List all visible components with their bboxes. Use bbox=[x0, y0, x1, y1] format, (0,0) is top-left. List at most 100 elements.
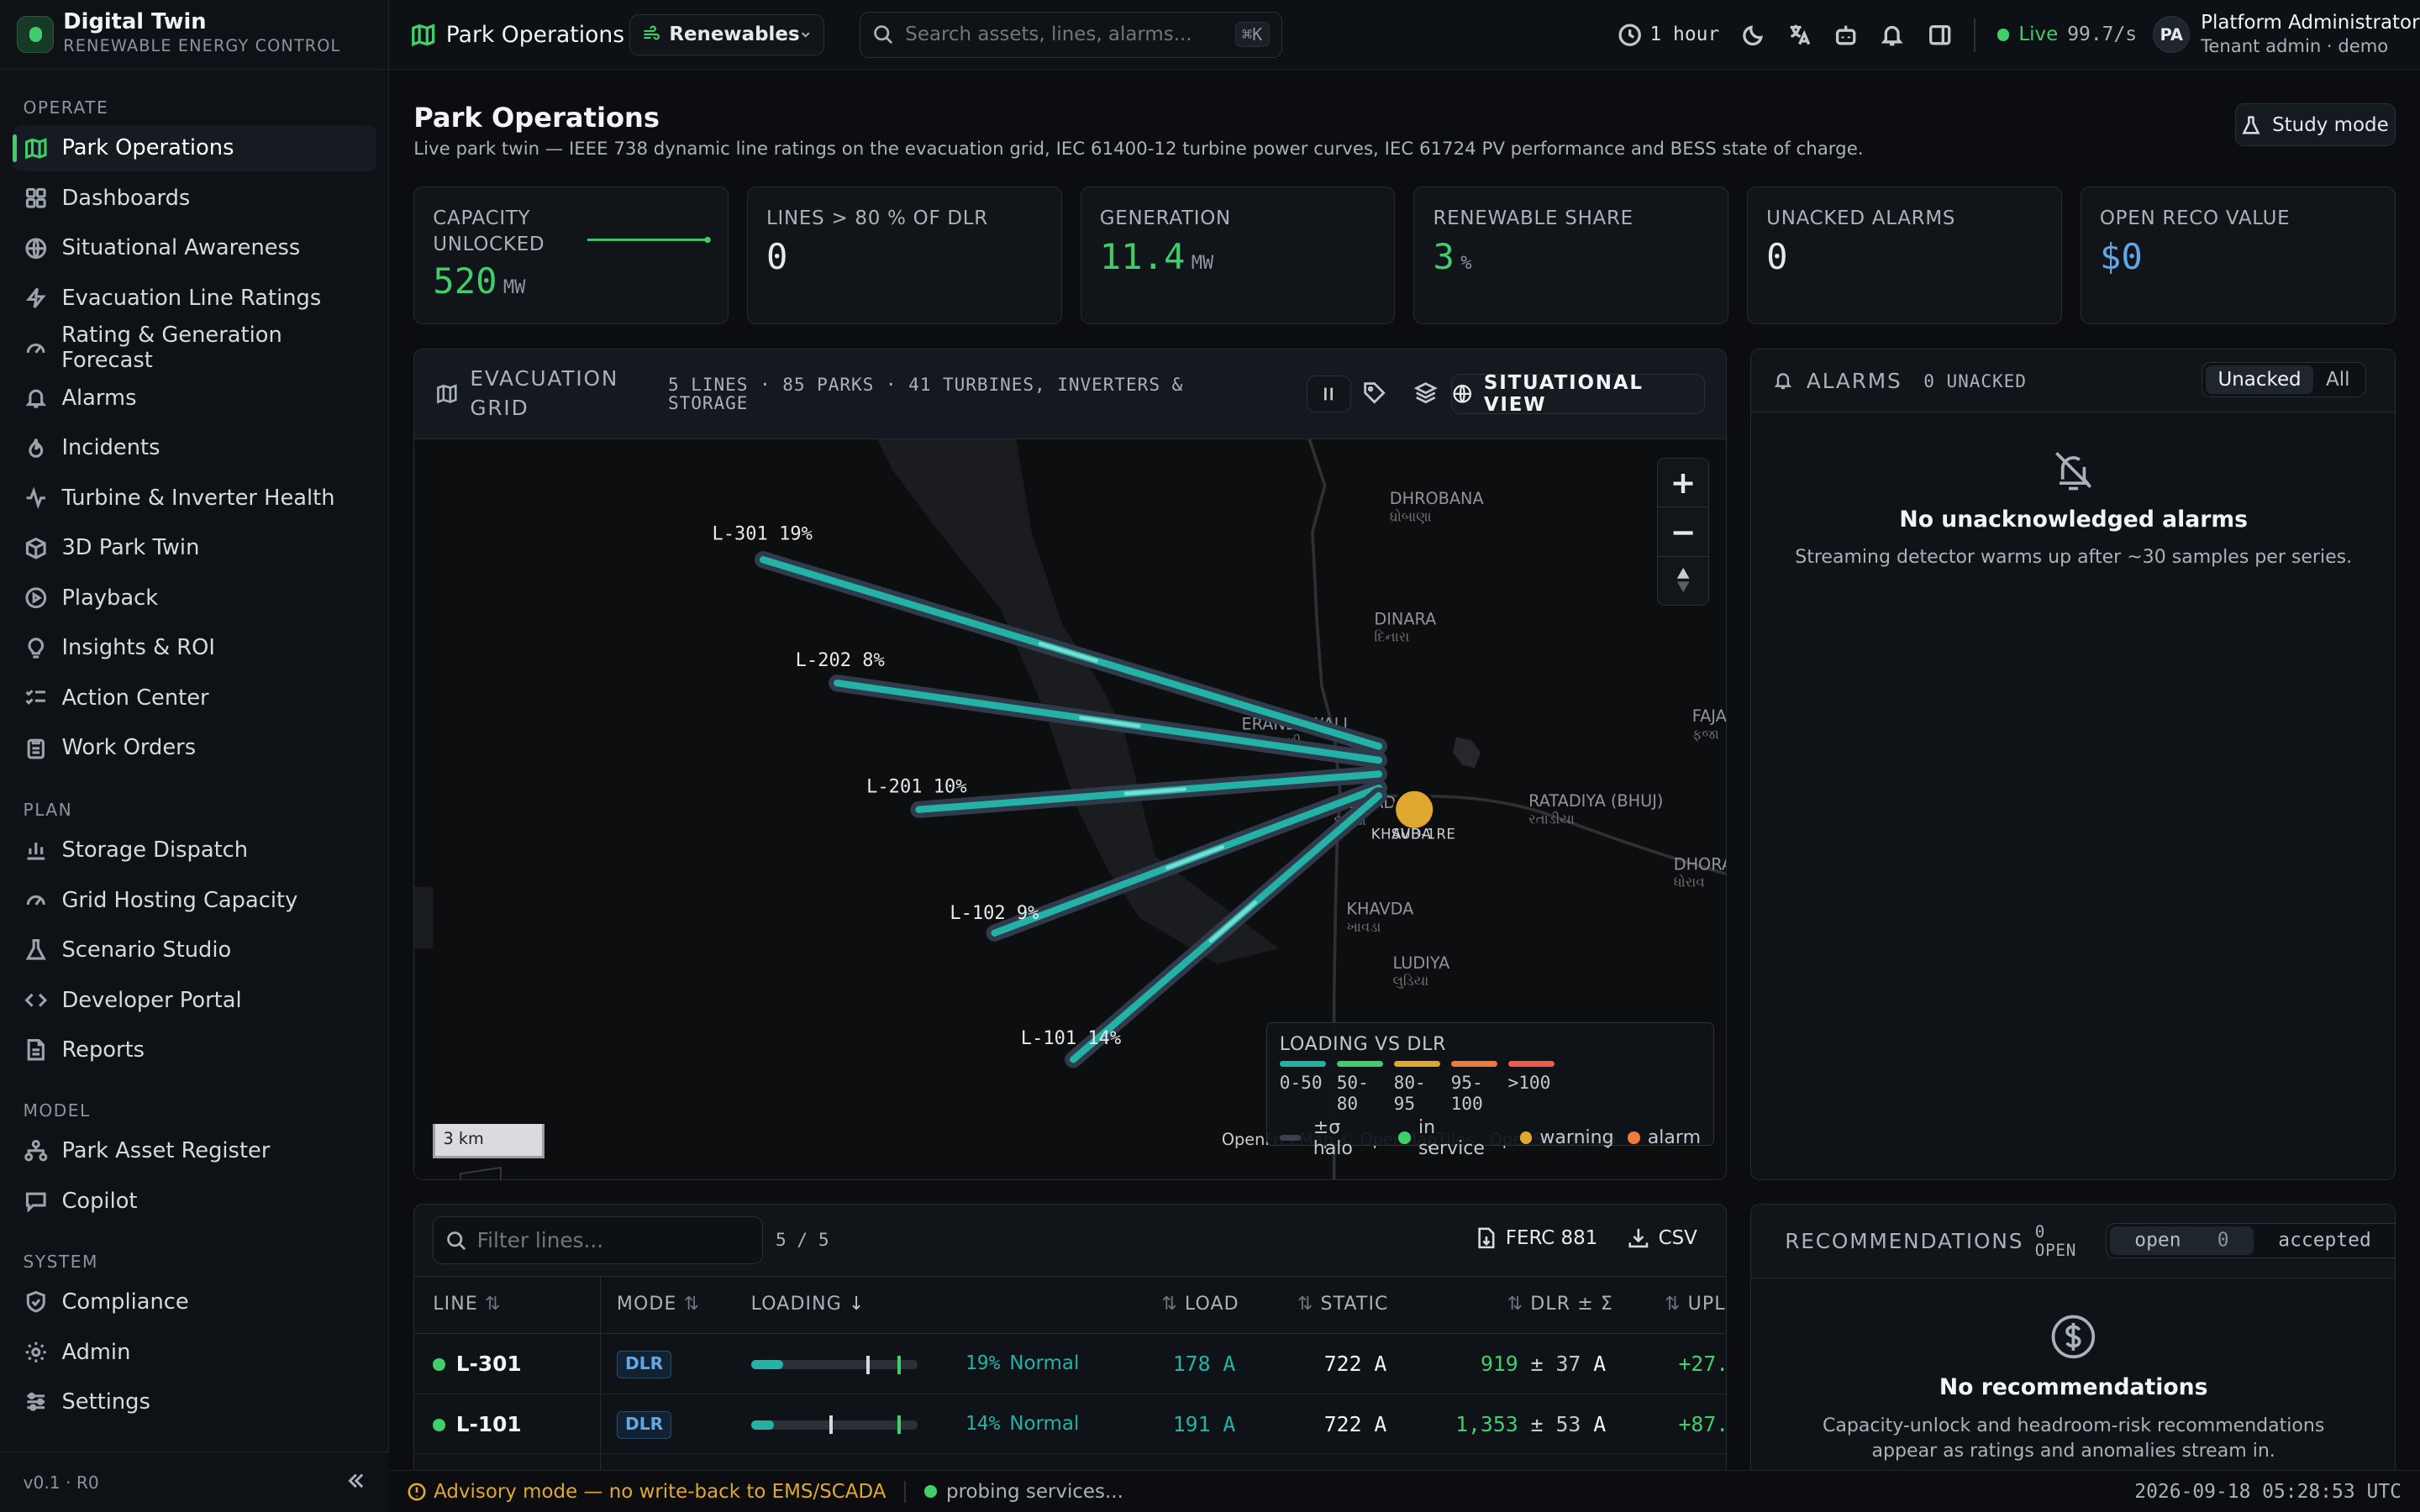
sidebar-item-admin[interactable]: Admin bbox=[13, 1329, 376, 1375]
line-label-l-201[interactable]: L-201 10% bbox=[866, 776, 966, 797]
notifications-button[interactable] bbox=[1880, 0, 1904, 70]
tab-all[interactable]: All bbox=[2313, 365, 2362, 393]
sidebar-item-scenario-studio[interactable]: Scenario Studio bbox=[13, 927, 376, 973]
layers-toggle[interactable] bbox=[1413, 381, 1438, 405]
kpi-label: OPEN RECO VALUE bbox=[2099, 207, 2291, 230]
sidebar-item-insights-and-roi[interactable]: Insights & ROI bbox=[13, 625, 376, 671]
sidebar-item-work-orders[interactable]: Work Orders bbox=[13, 725, 376, 771]
sidebar-item-grid-hosting-capacity[interactable]: Grid Hosting Capacity bbox=[13, 877, 376, 923]
kpi-unacked-alarms[interactable]: UNACKED ALARMS 0 bbox=[1747, 186, 2062, 324]
table-row[interactable]: L-301 DLR 19% Normal 178 A 722 A 919 ± 37 A +2… bbox=[414, 1334, 1727, 1394]
line-label-l-301[interactable]: L-301 19% bbox=[713, 523, 813, 544]
filter-lines-field[interactable] bbox=[433, 1216, 764, 1265]
kpi-capacity-unlocked[interactable]: CAPACITY UNLOCKED 520 MW bbox=[413, 186, 729, 324]
sidebar-item-developer-portal[interactable]: Developer Portal bbox=[13, 977, 376, 1023]
sidebar-item-storage-dispatch[interactable]: Storage Dispatch bbox=[13, 827, 376, 873]
zoom-in-button[interactable]: + bbox=[1657, 459, 1709, 508]
bell-icon bbox=[1881, 25, 1903, 45]
sidebar-item-settings[interactable]: Settings bbox=[13, 1379, 376, 1425]
compass-button[interactable] bbox=[1658, 557, 1708, 603]
panel-toggle[interactable] bbox=[1928, 0, 1952, 70]
tab-accepted[interactable]: accepted 0 bbox=[2254, 1226, 2395, 1254]
study-mode-button[interactable]: Study mode bbox=[2234, 103, 2396, 147]
gauge-icon bbox=[27, 895, 46, 906]
divider bbox=[1974, 18, 1975, 53]
sidebar-item-situational-awareness[interactable]: Situational Awareness bbox=[13, 225, 376, 271]
col-dlr[interactable]: ⇅ DLR ± Σ bbox=[1507, 1277, 1613, 1332]
copilot-button[interactable] bbox=[1833, 0, 1858, 70]
cell-loading-pct: 19% bbox=[965, 1352, 1001, 1374]
search-input[interactable] bbox=[905, 24, 1199, 46]
brand-logo-icon bbox=[17, 15, 55, 53]
sidebar-item-dashboards[interactable]: Dashboards bbox=[13, 175, 376, 221]
col-line[interactable]: LINE ⇅ bbox=[433, 1277, 501, 1332]
sidebar-item-label: Situational Awareness bbox=[61, 235, 301, 261]
tab-open[interactable]: open 0 bbox=[2109, 1226, 2254, 1255]
col-upl[interactable]: ⇅ UPL bbox=[1665, 1277, 1726, 1332]
place-label: LUDIYA bbox=[1393, 953, 1451, 973]
line-label-l-102[interactable]: L-102 9% bbox=[950, 903, 1039, 924]
col-loading[interactable]: LOADING ↓ bbox=[751, 1277, 865, 1332]
line-label-l-101[interactable]: L-101 14% bbox=[1021, 1028, 1121, 1049]
kpi-generation[interactable]: GENERATION 11.4 MW bbox=[1080, 186, 1396, 324]
kpi-open-reco-value[interactable]: OPEN RECO VALUE $0 bbox=[2080, 186, 2396, 324]
sidebar-item-park-operations[interactable]: Park Operations bbox=[12, 124, 377, 171]
sidebar-item-rating-and-generation-forecast[interactable]: Rating & Generation Forecast bbox=[13, 323, 376, 373]
kpi-lines-80-of-dlr[interactable]: LINES > 80 % OF DLR 0 bbox=[746, 186, 1062, 324]
zoom-out-button[interactable]: − bbox=[1657, 507, 1709, 558]
theme-toggle[interactable] bbox=[1741, 0, 1765, 70]
live-indicator[interactable]: Live 99.7/s bbox=[1996, 0, 2137, 70]
filter-lines-input[interactable] bbox=[476, 1228, 739, 1253]
ferc-881-button[interactable]: FERC 881 bbox=[1476, 1227, 1597, 1249]
csv-label: CSV bbox=[1658, 1227, 1697, 1250]
labels-toggle[interactable] bbox=[1362, 381, 1386, 405]
sidebar-item-turbine-and-inverter-health[interactable]: Turbine & Inverter Health bbox=[13, 475, 376, 521]
legend-bin: 80-95 bbox=[1393, 1061, 1446, 1114]
place-label-local: ખાવડા bbox=[1347, 919, 1381, 935]
sidebar-item-park-asset-register[interactable]: Park Asset Register bbox=[13, 1128, 376, 1174]
sidebar-item-evacuation-line-ratings[interactable]: Evacuation Line Ratings bbox=[13, 275, 376, 321]
kpi-renewable-share[interactable]: RENEWABLE SHARE 3% bbox=[1413, 186, 1729, 324]
cell-line[interactable]: L-301 bbox=[456, 1352, 522, 1376]
sidebar-item-action-center[interactable]: Action Center bbox=[13, 675, 376, 721]
line-status-dot bbox=[433, 1358, 445, 1371]
col-static[interactable]: ⇅ STATIC bbox=[1297, 1277, 1389, 1332]
grid-map[interactable]: DHROBANAધ્રોબાણાDINARAદિનારાERANDAWALIએર… bbox=[414, 438, 1727, 1180]
cell-loading-pct: 14% bbox=[965, 1412, 1001, 1435]
sidebar-item-incidents[interactable]: Incidents bbox=[13, 425, 376, 471]
col-load[interactable]: ⇅ LOAD bbox=[1161, 1277, 1239, 1332]
sidebar-item-playback[interactable]: Playback bbox=[13, 575, 376, 621]
language-button[interactable] bbox=[1787, 0, 1812, 70]
time-range-button[interactable]: 1 hour bbox=[1618, 0, 1719, 70]
sidebar-item-label: Compliance bbox=[61, 1289, 189, 1315]
domain-select[interactable]: Renewables bbox=[629, 0, 824, 70]
collapse-sidebar-icon[interactable] bbox=[345, 1470, 367, 1492]
col-mode[interactable]: MODE ⇅ bbox=[617, 1277, 700, 1332]
play-icon bbox=[25, 587, 47, 609]
tab-unacked[interactable]: Unacked bbox=[2205, 365, 2314, 394]
global-search[interactable]: ⌘K bbox=[860, 0, 1283, 70]
flame-icon bbox=[29, 438, 44, 458]
map-icon bbox=[437, 384, 457, 404]
sidebar-item-compliance[interactable]: Compliance bbox=[13, 1279, 376, 1326]
user-menu[interactable]: PA Platform Administrator Tenant admin ·… bbox=[2153, 0, 2420, 70]
cell-line[interactable]: L-101 bbox=[456, 1412, 522, 1436]
time-range-value: 1 hour bbox=[1649, 24, 1720, 46]
line-label-l-202[interactable]: L-202 8% bbox=[796, 650, 885, 671]
situational-view-button[interactable]: SITUATIONAL VIEW bbox=[1451, 372, 1705, 416]
substation-marker[interactable] bbox=[1392, 787, 1437, 832]
sidebar-item-3d-park-twin[interactable]: 3D Park Twin bbox=[13, 525, 376, 571]
sidebar-item-alarms[interactable]: Alarms bbox=[13, 375, 376, 421]
brand[interactable]: Digital Twin RENEWABLE ENERGY CONTROL bbox=[0, 0, 388, 70]
flask-icon bbox=[26, 939, 47, 960]
download-icon bbox=[1628, 1229, 1649, 1248]
alarms-empty-text: Streaming detector warms up after ~30 sa… bbox=[1795, 547, 2353, 569]
map-icon bbox=[25, 137, 47, 159]
page-subtitle: Live park twin — IEEE 738 dynamic line r… bbox=[413, 139, 1864, 160]
columns-toggle[interactable] bbox=[1306, 375, 1352, 413]
sidebar-item-label: Alarms bbox=[61, 385, 137, 411]
sidebar-item-reports[interactable]: Reports bbox=[13, 1027, 376, 1074]
csv-button[interactable]: CSV bbox=[1628, 1227, 1697, 1249]
sidebar-item-copilot[interactable]: Copilot bbox=[13, 1178, 376, 1224]
table-row[interactable]: L-101 DLR 14% Normal 191 A 722 A 1,353 ± 53 A… bbox=[414, 1394, 1727, 1455]
